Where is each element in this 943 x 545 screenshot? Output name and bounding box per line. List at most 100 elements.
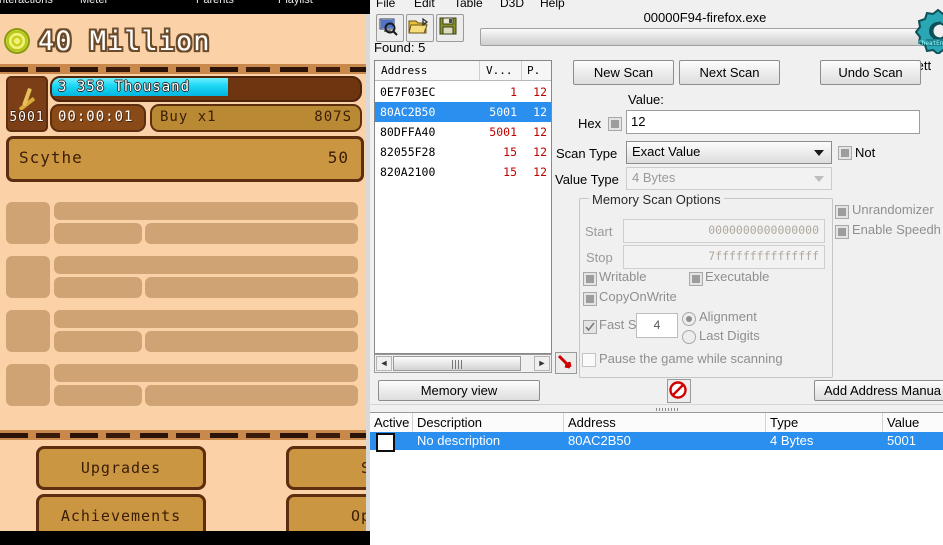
undo-scan-button[interactable]: Undo Scan bbox=[820, 60, 921, 85]
start-label: Start bbox=[585, 224, 613, 239]
table-row[interactable]: 820A2100 15 12 bbox=[375, 162, 551, 182]
copyonwrite-checkbox[interactable] bbox=[583, 292, 597, 306]
start-address-input[interactable]: 0000000000000000 bbox=[623, 219, 825, 243]
game-viewport: 40 Million 5001 3 358 Thousand 00:00:01 … bbox=[0, 14, 370, 538]
upgrades-button[interactable]: Upgrades bbox=[36, 446, 206, 490]
stop-address-input[interactable]: 7fffffffffffffff bbox=[623, 245, 825, 269]
column-header-description[interactable]: Description bbox=[417, 415, 482, 430]
row-active-checkbox[interactable] bbox=[376, 433, 395, 452]
unrandomizer-checkbox[interactable] bbox=[835, 205, 849, 219]
table-row[interactable]: 82055F28 15 12 bbox=[375, 142, 551, 162]
stop-address-value: 7fffffffffffffff bbox=[708, 249, 819, 263]
menu-d3d[interactable]: D3D bbox=[500, 0, 524, 10]
menu-help[interactable]: Help bbox=[540, 0, 565, 10]
table-row[interactable]: 80AC2B50 5001 12 bbox=[375, 102, 551, 122]
scythe-icon-box[interactable]: 5001 bbox=[6, 76, 48, 132]
grid-cell[interactable] bbox=[54, 385, 142, 406]
alignment-label: Alignment bbox=[699, 309, 757, 324]
grid-cell[interactable] bbox=[54, 310, 358, 328]
grid-cell[interactable] bbox=[54, 202, 358, 220]
add-address-manually-button[interactable]: Add Address Manua bbox=[814, 380, 943, 401]
cell-value: 1 bbox=[510, 85, 517, 99]
browser-tab-3[interactable]: Playlist bbox=[278, 0, 313, 6]
column-header-type[interactable]: Type bbox=[770, 415, 798, 430]
red-arrow-icon[interactable] bbox=[555, 352, 577, 374]
scroll-left-arrow-icon[interactable]: ◄ bbox=[376, 356, 392, 371]
grid-cell[interactable] bbox=[54, 277, 142, 298]
screen: Interactions Meter Parents Playlist 40 M… bbox=[0, 0, 943, 545]
column-header-active[interactable]: Active bbox=[374, 415, 409, 430]
cell-address: 80AC2B50 bbox=[568, 433, 631, 448]
grid-cell[interactable] bbox=[145, 331, 358, 352]
scan-value-input[interactable]: 12 bbox=[626, 110, 920, 134]
executable-checkbox[interactable] bbox=[689, 272, 703, 286]
column-header-address[interactable]: Address bbox=[568, 415, 616, 430]
cell-address: 0E7F03EC bbox=[380, 85, 436, 99]
grid-cell[interactable] bbox=[145, 385, 358, 406]
item-row-scythe[interactable]: Scythe 50 bbox=[6, 136, 364, 182]
tool-count: 5001 bbox=[9, 110, 45, 125]
table-row[interactable]: No description 80AC2B50 4 Bytes 5001 bbox=[370, 432, 943, 452]
fast-scan-checkbox[interactable] bbox=[583, 320, 597, 334]
column-header-previous[interactable]: P. bbox=[527, 64, 540, 77]
grid-cell[interactable] bbox=[54, 223, 142, 244]
game-footer-bar bbox=[0, 531, 370, 545]
memory-scan-options-title: Memory Scan Options bbox=[589, 192, 724, 207]
skills-button[interactable]: Sk bbox=[286, 446, 370, 490]
browser-tab-0[interactable]: Interactions bbox=[0, 0, 53, 6]
buy-button[interactable]: Buy x1 807S bbox=[150, 104, 362, 132]
new-scan-button[interactable]: New Scan bbox=[573, 60, 674, 85]
pause-game-checkbox[interactable] bbox=[582, 353, 596, 367]
save-file-icon[interactable] bbox=[436, 14, 464, 42]
cheat-engine-gear-icon[interactable]: CheatEngine bbox=[914, 8, 943, 56]
grid-cell[interactable] bbox=[145, 277, 358, 298]
last-digits-radio[interactable] bbox=[682, 330, 696, 344]
grid-cell[interactable] bbox=[6, 202, 50, 244]
toolbar: 00000F94-firefox.exe bbox=[370, 10, 943, 46]
results-horizontal-scrollbar[interactable]: ◄ ► bbox=[374, 354, 552, 373]
last-digits-label: Last Digits bbox=[699, 328, 760, 343]
browser-tab-1[interactable]: Meter bbox=[80, 0, 108, 6]
fast-scan-alignment-input[interactable]: 4 bbox=[636, 313, 678, 338]
not-checkbox[interactable] bbox=[838, 146, 852, 160]
cell-address: 80AC2B50 bbox=[380, 105, 436, 119]
memory-view-button[interactable]: Memory view bbox=[378, 380, 540, 401]
column-header-value[interactable]: Value bbox=[887, 415, 919, 430]
value-type-select[interactable]: 4 Bytes bbox=[626, 167, 832, 190]
grid-cell[interactable] bbox=[6, 310, 50, 352]
timer-label: 00:00:01 bbox=[58, 109, 134, 125]
fast-scan-alignment-value: 4 bbox=[653, 318, 661, 332]
table-row[interactable]: 0E7F03EC 1 12 bbox=[375, 82, 551, 102]
table-row[interactable]: 80DFFA40 5001 12 bbox=[375, 122, 551, 142]
column-header-value[interactable]: V... bbox=[486, 64, 513, 77]
scan-results-list[interactable]: Address V... P. 0E7F03EC 1 12 80AC2B50 5… bbox=[374, 60, 552, 354]
scrollbar-thumb[interactable] bbox=[393, 356, 521, 371]
item-value: 50 bbox=[327, 148, 349, 167]
cheat-table[interactable]: Active Description Address Type Value No… bbox=[370, 412, 943, 545]
grid-cell[interactable] bbox=[54, 364, 358, 382]
writable-checkbox[interactable] bbox=[583, 272, 597, 286]
grid-cell[interactable] bbox=[54, 256, 358, 274]
grid-cell[interactable] bbox=[54, 331, 142, 352]
menu-edit[interactable]: Edit bbox=[414, 0, 435, 10]
cell-previous: 12 bbox=[533, 105, 547, 119]
menu-table[interactable]: Table bbox=[454, 0, 483, 10]
grid-cell[interactable] bbox=[6, 364, 50, 406]
grid-cell[interactable] bbox=[6, 256, 50, 298]
value-label: Value: bbox=[628, 92, 664, 107]
open-file-icon[interactable] bbox=[406, 14, 434, 42]
cell-address: 80DFFA40 bbox=[380, 125, 436, 139]
grid-cell[interactable] bbox=[145, 223, 358, 244]
next-scan-button[interactable]: Next Scan bbox=[679, 60, 780, 85]
scroll-right-arrow-icon[interactable]: ► bbox=[534, 356, 550, 371]
hex-checkbox[interactable] bbox=[608, 117, 622, 131]
scan-type-select[interactable]: Exact Value bbox=[626, 141, 832, 164]
scan-value-text: 12 bbox=[631, 114, 646, 129]
alignment-radio[interactable] bbox=[682, 312, 696, 326]
stop-forbidden-icon[interactable] bbox=[667, 379, 691, 403]
process-select-icon[interactable] bbox=[376, 14, 404, 42]
menu-file[interactable]: File bbox=[376, 0, 395, 10]
browser-tab-2[interactable]: Parents bbox=[196, 0, 234, 6]
column-header-address[interactable]: Address bbox=[381, 64, 427, 77]
speedhack-checkbox[interactable] bbox=[835, 225, 849, 239]
